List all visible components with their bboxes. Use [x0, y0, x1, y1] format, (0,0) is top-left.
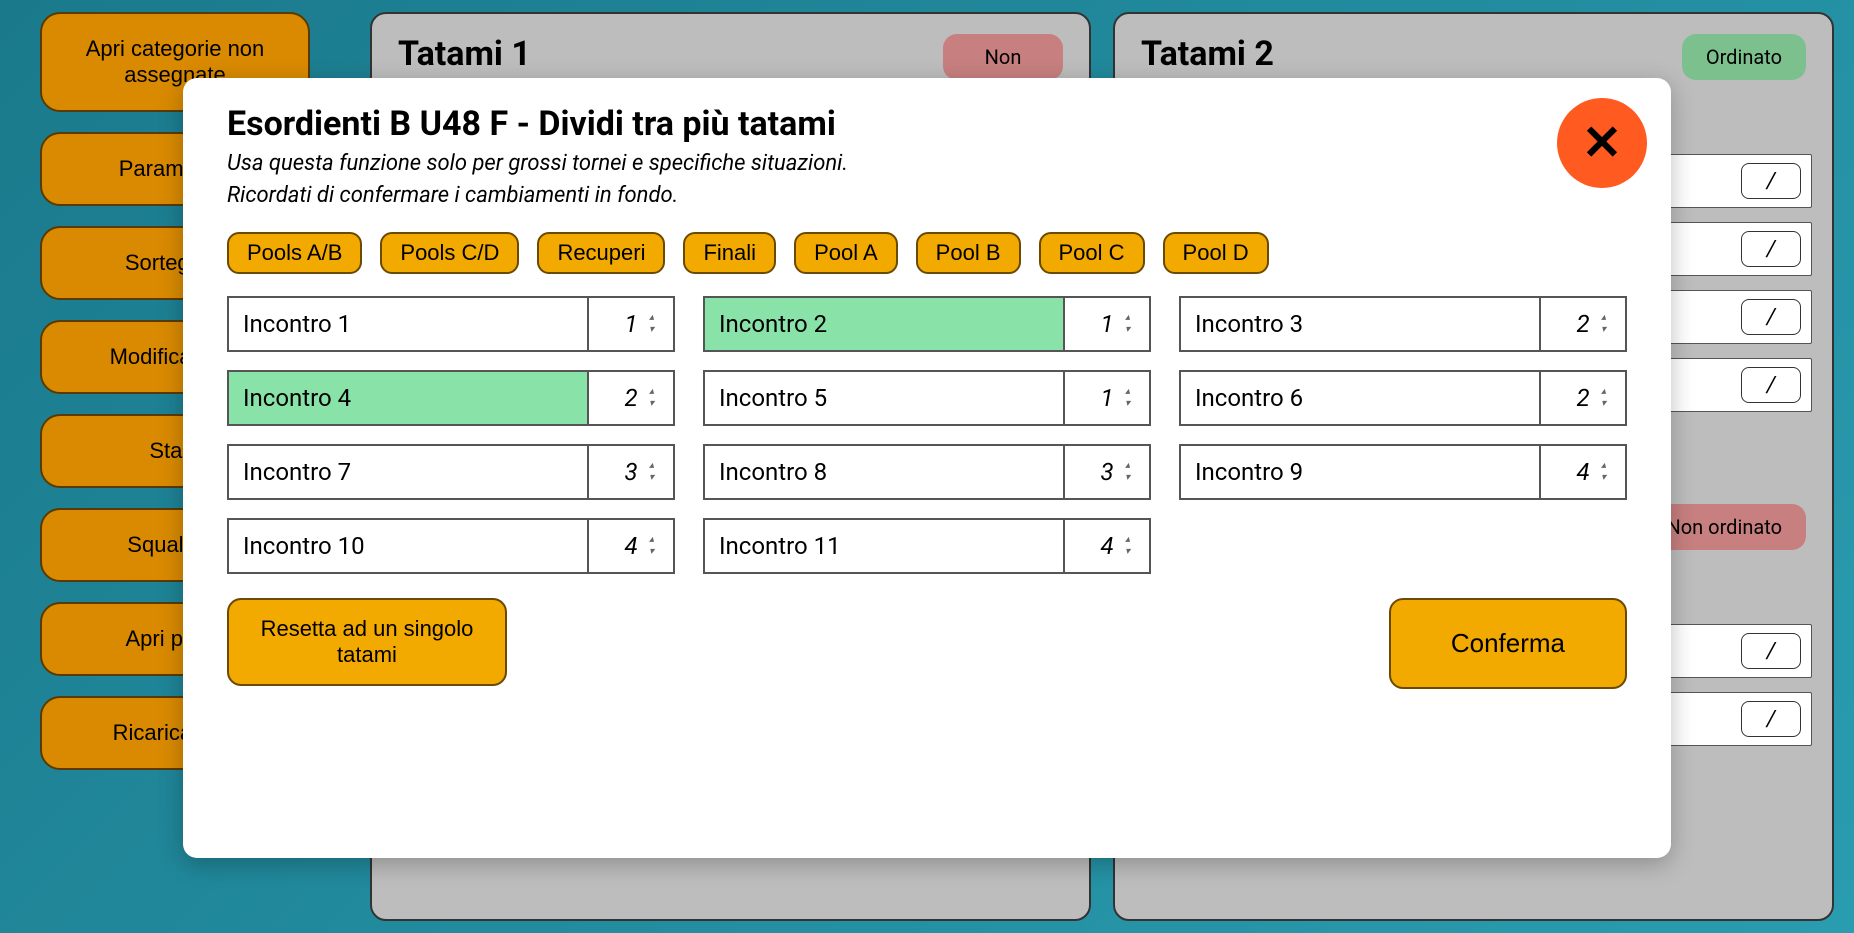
match-label: Incontro 1	[229, 298, 589, 350]
match-value-stepper[interactable]: 3	[1065, 446, 1149, 498]
stepper-handle-icon[interactable]	[1601, 309, 1619, 339]
modal-footer: Resetta ad un singolo tatami Conferma	[227, 598, 1627, 689]
match-label: Incontro 8	[705, 446, 1065, 498]
modal-title: Esordienti B U48 F - Dividi tra più tata…	[227, 104, 1627, 144]
match-row: Incontro 73	[227, 444, 675, 500]
match-value-stepper[interactable]: 2	[1541, 372, 1625, 424]
modal-backdrop: ✕ Esordienti B U48 F - Dividi tra più ta…	[0, 0, 1854, 933]
stepper-handle-icon[interactable]	[1601, 457, 1619, 487]
match-row: Incontro 104	[227, 518, 675, 574]
stepper-handle-icon[interactable]	[1125, 383, 1143, 413]
stepper-handle-icon[interactable]	[1125, 309, 1143, 339]
match-value-stepper[interactable]: 1	[1065, 298, 1149, 350]
match-label: Incontro 7	[229, 446, 589, 498]
match-row: Incontro 42	[227, 370, 675, 426]
tab-pools-ab[interactable]: Pools A/B	[227, 232, 362, 274]
match-label: Incontro 11	[705, 520, 1065, 572]
stepper-handle-icon[interactable]	[1125, 457, 1143, 487]
match-label: Incontro 5	[705, 372, 1065, 424]
match-value-stepper[interactable]: 4	[589, 520, 673, 572]
stepper-handle-icon[interactable]	[649, 531, 667, 561]
match-row: Incontro 32	[1179, 296, 1627, 352]
stepper-handle-icon[interactable]	[1601, 383, 1619, 413]
match-label: Incontro 4	[229, 372, 589, 424]
match-row: Incontro 94	[1179, 444, 1627, 500]
tab-pool-c[interactable]: Pool C	[1039, 232, 1145, 274]
stepper-handle-icon[interactable]	[649, 383, 667, 413]
close-icon[interactable]: ✕	[1557, 98, 1647, 188]
reset-button[interactable]: Resetta ad un singolo tatami	[227, 598, 507, 686]
tab-row: Pools A/B Pools C/D Recuperi Finali Pool…	[227, 232, 1627, 274]
match-value-stepper[interactable]: 2	[1541, 298, 1625, 350]
stepper-handle-icon[interactable]	[1125, 531, 1143, 561]
confirm-button[interactable]: Conferma	[1389, 598, 1627, 689]
match-value-stepper[interactable]: 1	[1065, 372, 1149, 424]
match-row: Incontro 62	[1179, 370, 1627, 426]
tab-pool-b[interactable]: Pool B	[916, 232, 1021, 274]
match-value-stepper[interactable]: 4	[1065, 520, 1149, 572]
match-row: Incontro 21	[703, 296, 1151, 352]
match-label: Incontro 6	[1181, 372, 1541, 424]
match-grid: Incontro 11Incontro 21Incontro 32Incontr…	[227, 296, 1627, 574]
match-row: Incontro 114	[703, 518, 1151, 574]
stepper-handle-icon[interactable]	[649, 457, 667, 487]
tab-pool-a[interactable]: Pool A	[794, 232, 898, 274]
match-label: Incontro 10	[229, 520, 589, 572]
match-label: Incontro 3	[1181, 298, 1541, 350]
match-value-stepper[interactable]: 4	[1541, 446, 1625, 498]
match-row: Incontro 51	[703, 370, 1151, 426]
match-value-stepper[interactable]: 1	[589, 298, 673, 350]
match-row: Incontro 83	[703, 444, 1151, 500]
modal-subtitle: Usa questa funzione solo per grossi torn…	[227, 148, 1627, 212]
tab-finali[interactable]: Finali	[683, 232, 776, 274]
tab-pool-d[interactable]: Pool D	[1163, 232, 1269, 274]
match-value-stepper[interactable]: 2	[589, 372, 673, 424]
match-value-stepper[interactable]: 3	[589, 446, 673, 498]
stepper-handle-icon[interactable]	[649, 309, 667, 339]
match-label: Incontro 2	[705, 298, 1065, 350]
tab-pools-cd[interactable]: Pools C/D	[380, 232, 519, 274]
match-label: Incontro 9	[1181, 446, 1541, 498]
split-modal: ✕ Esordienti B U48 F - Dividi tra più ta…	[183, 78, 1671, 858]
tab-recuperi[interactable]: Recuperi	[537, 232, 665, 274]
match-row: Incontro 11	[227, 296, 675, 352]
